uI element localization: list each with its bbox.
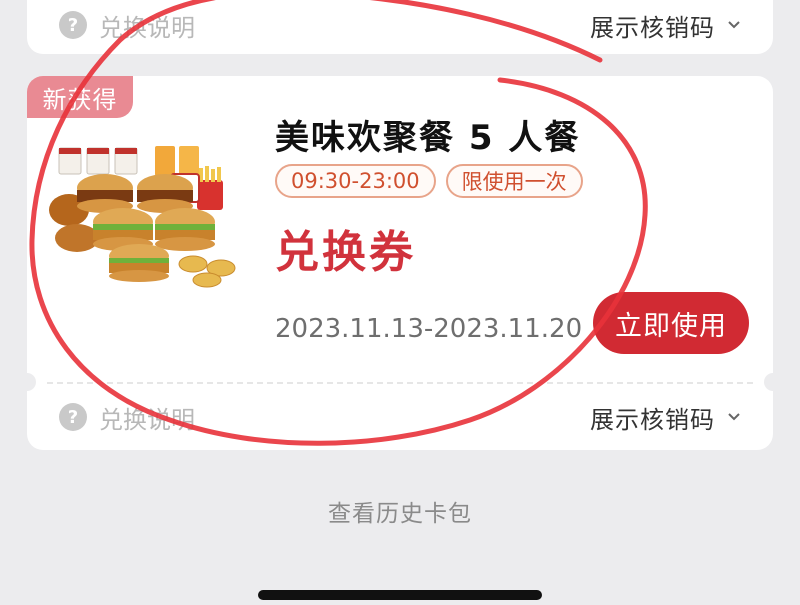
kfc-family-meal-image (49, 146, 236, 288)
screen: ? 兑换说明 展示核销码 新获得 美味欢聚餐 5 人餐 09:30-23:00 … (0, 0, 800, 605)
show-code-button[interactable]: 展示核销码 (590, 400, 741, 435)
history-wallet-link[interactable]: 查看历史卡包 (0, 494, 800, 528)
voucher-type-label: 兑换券 (275, 227, 416, 278)
time-range-tag: 09:30-23:00 (275, 164, 436, 198)
show-code-label: 展示核销码 (590, 13, 715, 42)
voucher-footer: ? 兑换说明 展示核销码 (27, 388, 773, 446)
show-code-button[interactable]: 展示核销码 (590, 8, 741, 43)
use-now-button[interactable]: 立即使用 (593, 292, 749, 354)
home-indicator[interactable] (258, 590, 542, 600)
validity-dates: 2023.11.13-2023.11.20 (275, 314, 583, 344)
voucher-tags: 09:30-23:00 限使用一次 (275, 164, 583, 198)
chevron-down-icon (727, 410, 741, 424)
redeem-help-link[interactable]: ? 兑换说明 (59, 8, 195, 43)
chevron-down-icon (727, 18, 741, 32)
previous-voucher-card: ? 兑换说明 展示核销码 (27, 0, 773, 54)
voucher-card[interactable]: 新获得 美味欢聚餐 5 人餐 09:30-23:00 限使用一次 兑换券 202… (18, 76, 782, 450)
use-once-tag: 限使用一次 (445, 164, 583, 198)
dashed-divider (47, 382, 753, 384)
question-circle-icon: ? (59, 11, 87, 39)
previous-voucher-footer: ? 兑换说明 展示核销码 (27, 0, 773, 54)
redeem-help-label: 兑换说明 (99, 13, 195, 42)
redeem-help-label: 兑换说明 (99, 405, 195, 434)
show-code-label: 展示核销码 (590, 405, 715, 434)
redeem-help-link[interactable]: ? 兑换说明 (59, 400, 195, 435)
new-badge: 新获得 (27, 76, 133, 118)
voucher-title: 美味欢聚餐 5 人餐 (275, 118, 581, 158)
question-circle-icon: ? (59, 403, 87, 431)
